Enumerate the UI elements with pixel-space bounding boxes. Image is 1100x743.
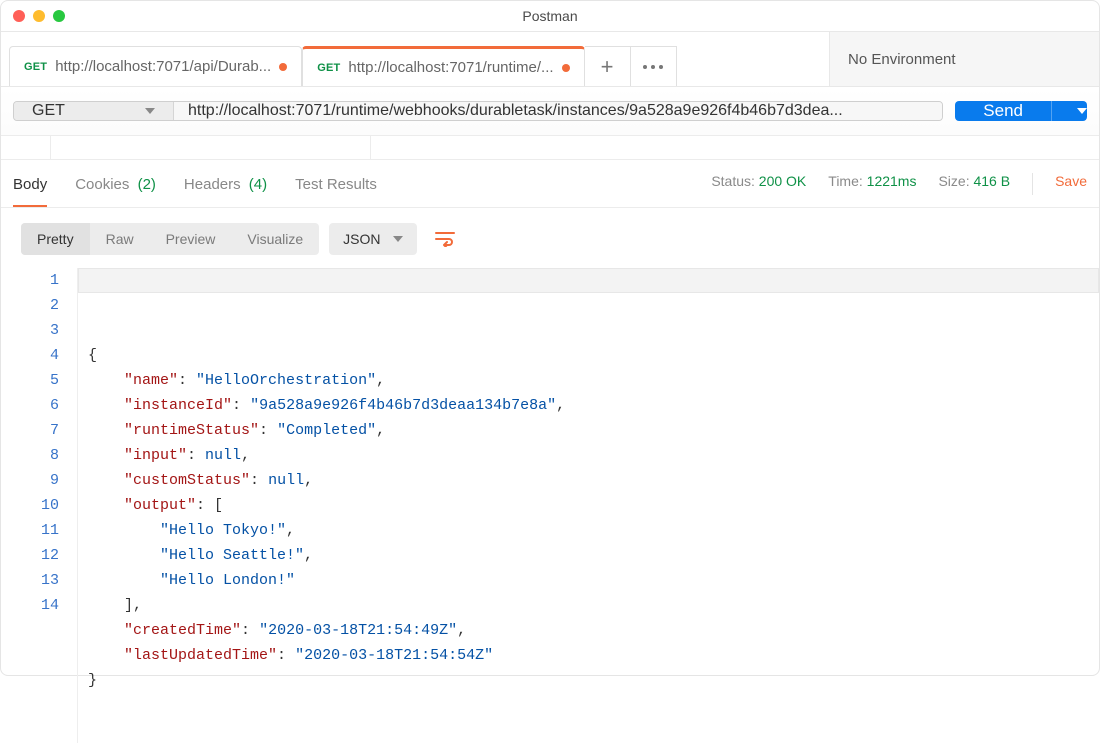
size-value: 416 B bbox=[973, 173, 1010, 189]
view-mode-segment: Pretty Raw Preview Visualize bbox=[21, 223, 319, 255]
body-view-toolbar: Pretty Raw Preview Visualize JSON bbox=[1, 208, 1099, 268]
send-group: Send bbox=[955, 101, 1087, 121]
request-tab-0[interactable]: GET http://localhost:7071/api/Durab... bbox=[9, 46, 302, 86]
new-tab-button[interactable]: + bbox=[585, 46, 631, 86]
params-row-collapsed bbox=[1, 136, 1099, 160]
response-tab-cookies-label: Cookies bbox=[75, 176, 129, 193]
current-line-highlight bbox=[78, 268, 1099, 293]
response-body-code: { "name": "HelloOrchestration", "instanc… bbox=[77, 268, 1099, 743]
environment-label: No Environment bbox=[848, 51, 956, 68]
send-options-button[interactable] bbox=[1051, 101, 1087, 121]
response-tab-body[interactable]: Body bbox=[13, 170, 47, 207]
request-tab-1[interactable]: GET http://localhost:7071/runtime/... bbox=[302, 46, 584, 86]
ellipsis-icon bbox=[643, 65, 647, 69]
window-title: Postman bbox=[1, 8, 1099, 24]
status-meta: Status: 200 OK bbox=[711, 173, 806, 195]
minimize-window-button[interactable] bbox=[33, 10, 45, 22]
window-controls bbox=[1, 10, 65, 22]
response-body-viewer[interactable]: 1234567891011121314 { "name": "HelloOrch… bbox=[1, 268, 1099, 743]
method-url-group: GET http://localhost:7071/runtime/webhoo… bbox=[13, 101, 943, 121]
request-tab-0-label: http://localhost:7071/api/Durab... bbox=[55, 58, 271, 75]
request-url-text: http://localhost:7071/runtime/webhooks/d… bbox=[188, 102, 843, 120]
view-mode-visualize[interactable]: Visualize bbox=[231, 223, 319, 255]
response-meta: Status: 200 OK Time: 1221ms Size: 416 B … bbox=[711, 173, 1087, 205]
request-tab-1-label: http://localhost:7071/runtime/... bbox=[348, 59, 553, 76]
ellipsis-icon bbox=[651, 65, 655, 69]
wrap-lines-toggle[interactable] bbox=[427, 222, 463, 256]
time-value: 1221ms bbox=[867, 173, 917, 189]
chevron-down-icon bbox=[393, 236, 403, 242]
status-value: 200 OK bbox=[759, 173, 806, 189]
response-section-tabs: Body Cookies (2) Headers (4) Test Result… bbox=[1, 160, 1099, 208]
time-meta: Time: 1221ms bbox=[828, 173, 916, 195]
wrap-icon bbox=[435, 231, 455, 247]
close-window-button[interactable] bbox=[13, 10, 25, 22]
time-label: Time: bbox=[828, 173, 862, 189]
response-tab-headers-label: Headers bbox=[184, 176, 241, 193]
ellipsis-icon bbox=[659, 65, 663, 69]
request-tab-0-method: GET bbox=[24, 61, 47, 73]
response-tab-testresults[interactable]: Test Results bbox=[295, 170, 377, 207]
more-tabs-button[interactable] bbox=[631, 46, 677, 86]
send-button[interactable]: Send bbox=[955, 101, 1051, 121]
http-method-value: GET bbox=[32, 102, 65, 120]
environment-selector[interactable]: No Environment bbox=[829, 32, 1099, 86]
save-response-button[interactable]: Save bbox=[1055, 173, 1087, 195]
request-tabs-row: GET http://localhost:7071/api/Durab... G… bbox=[1, 31, 1099, 87]
http-method-select[interactable]: GET bbox=[14, 102, 174, 120]
size-label: Size: bbox=[938, 173, 969, 189]
line-number-gutter: 1234567891011121314 bbox=[9, 268, 77, 743]
view-mode-pretty[interactable]: Pretty bbox=[21, 223, 90, 255]
view-mode-preview[interactable]: Preview bbox=[150, 223, 232, 255]
body-format-value: JSON bbox=[343, 231, 380, 247]
titlebar: Postman bbox=[1, 1, 1099, 31]
view-mode-raw[interactable]: Raw bbox=[90, 223, 150, 255]
unsaved-dot-icon bbox=[279, 63, 287, 71]
headers-count-badge: (4) bbox=[249, 176, 267, 193]
unsaved-dot-icon bbox=[562, 64, 570, 72]
request-tab-1-method: GET bbox=[317, 62, 340, 74]
response-tab-cookies[interactable]: Cookies (2) bbox=[75, 170, 156, 207]
status-label: Status: bbox=[711, 173, 755, 189]
separator bbox=[1032, 173, 1033, 195]
request-url-input[interactable]: http://localhost:7071/runtime/webhooks/d… bbox=[174, 102, 942, 120]
chevron-down-icon bbox=[1077, 108, 1087, 114]
body-format-select[interactable]: JSON bbox=[329, 223, 416, 255]
chevron-down-icon bbox=[145, 108, 155, 114]
size-meta: Size: 416 B bbox=[938, 173, 1010, 195]
zoom-window-button[interactable] bbox=[53, 10, 65, 22]
cookies-count-badge: (2) bbox=[138, 176, 156, 193]
request-builder: GET http://localhost:7071/runtime/webhoo… bbox=[1, 87, 1099, 136]
response-tab-headers[interactable]: Headers (4) bbox=[184, 170, 267, 207]
